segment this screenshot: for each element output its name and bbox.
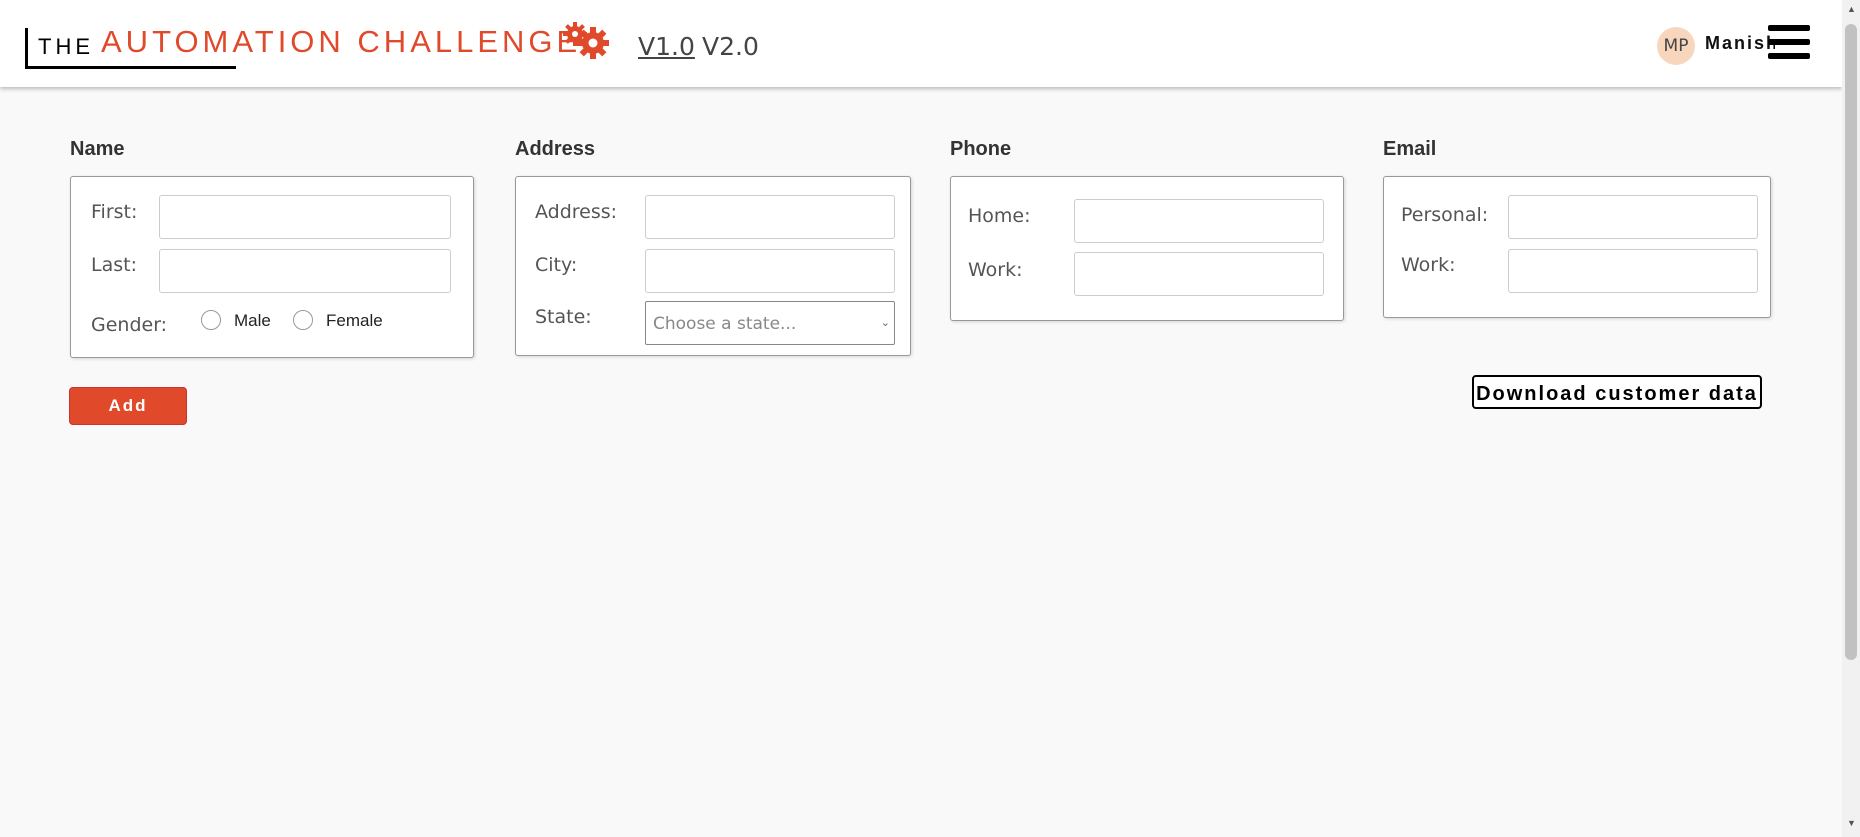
nav-link-v1[interactable]: V1.0 — [638, 32, 695, 61]
work-phone-label: Work: — [968, 259, 1023, 281]
logo-the-text: THE — [38, 34, 94, 59]
phone-group-title: Phone — [950, 138, 1012, 160]
personal-email-input[interactable] — [1508, 195, 1758, 239]
logo[interactable]: THE AUTOMATION CHALLENGE — [25, 24, 577, 69]
avatar[interactable]: MP — [1657, 27, 1695, 65]
work-email-input[interactable] — [1508, 249, 1758, 293]
scroll-thumb[interactable] — [1845, 24, 1857, 660]
hamburger-menu-icon[interactable] — [1768, 25, 1810, 60]
address-label: Address: — [535, 201, 618, 223]
gender-male-label: Male — [234, 311, 271, 330]
address-input[interactable] — [645, 195, 895, 239]
chevron-down-icon: ⌄ — [880, 317, 890, 329]
download-customer-data-button[interactable]: Download customer data — [1472, 375, 1762, 409]
city-input[interactable] — [645, 249, 895, 293]
work-email-label: Work: — [1401, 254, 1456, 276]
email-group-title: Email — [1383, 138, 1437, 160]
personal-email-label: Personal: — [1401, 204, 1489, 226]
nav-link-v2[interactable]: V2.0 — [702, 32, 759, 61]
top-navbar: THE AUTOMATION CHALLENGE V1.0 V2.0 MP Ma… — [0, 0, 1842, 87]
gears-icon — [563, 22, 609, 59]
gender-male-radio[interactable] — [201, 310, 221, 330]
home-phone-label: Home: — [968, 205, 1031, 227]
vertical-scrollbar[interactable]: ▲ ▼ — [1842, 0, 1860, 837]
add-button[interactable]: Add — [69, 387, 187, 425]
address-panel: Address: City: State: Choose a state... … — [515, 176, 911, 356]
last-name-input[interactable] — [159, 249, 451, 293]
gender-female-radio[interactable] — [293, 310, 313, 330]
address-group-title: Address — [515, 138, 596, 160]
gender-female-label: Female — [326, 311, 383, 330]
scroll-down-icon[interactable]: ▼ — [1847, 818, 1856, 828]
state-select-placeholder: Choose a state... — [653, 314, 797, 334]
gender-label: Gender: — [91, 314, 168, 336]
last-name-label: Last: — [91, 254, 137, 276]
username-label: Manish — [1705, 33, 1775, 53]
work-phone-input[interactable] — [1074, 252, 1324, 296]
home-phone-input[interactable] — [1074, 199, 1324, 243]
state-select[interactable]: Choose a state... ⌄ — [645, 301, 895, 345]
name-panel: First: Last: Gender: Male Female — [70, 176, 474, 358]
first-name-input[interactable] — [159, 195, 451, 239]
email-panel: Personal: Work: — [1383, 176, 1771, 318]
first-name-label: First: — [91, 201, 138, 223]
logo-title-text: AUTOMATION CHALLENGE — [101, 24, 582, 59]
phone-panel: Home: Work: — [950, 176, 1344, 321]
name-group-title: Name — [70, 138, 125, 160]
city-label: City: — [535, 254, 578, 276]
state-label: State: — [535, 306, 592, 328]
scroll-up-icon[interactable]: ▲ — [1847, 4, 1856, 14]
